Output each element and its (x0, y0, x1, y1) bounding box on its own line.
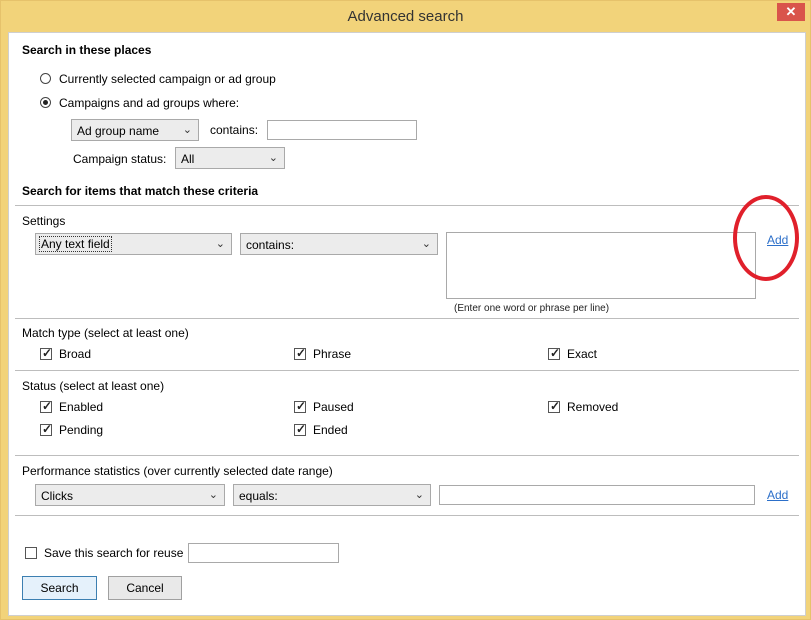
divider (15, 318, 799, 319)
status-enabled-checkbox[interactable]: ✓ (40, 399, 53, 413)
save-search-name-input[interactable] (188, 543, 339, 563)
status-paused-checkbox[interactable]: ✓ (294, 399, 307, 413)
status-paused-label: Paused (313, 400, 354, 414)
places-contains-input[interactable] (267, 120, 417, 140)
dialog-window: Advanced search ✕ Search in these places… (0, 0, 811, 620)
places-contains-label: contains: (210, 123, 259, 137)
checkmark-icon: ✓ (42, 399, 53, 413)
checkmark-icon: ✓ (550, 346, 561, 360)
chevron-down-icon: ⌄ (208, 489, 218, 501)
settings-label: Settings (22, 214, 66, 228)
status-removed-label: Removed (567, 400, 619, 414)
status-enabled-label: Enabled (59, 400, 104, 414)
status-pending-label: Pending (59, 423, 104, 437)
close-button[interactable]: ✕ (777, 3, 805, 21)
checkmark-icon: ✓ (296, 422, 307, 436)
divider (15, 370, 799, 371)
performance-metric-select[interactable]: Clicks ⌄ (35, 484, 225, 506)
criteria-header: Search for items that match these criter… (22, 184, 259, 198)
performance-operator-value: equals: (239, 489, 278, 503)
settings-field-select[interactable]: Any text field ⌄ (35, 233, 232, 255)
chevron-down-icon: ⌄ (421, 238, 431, 250)
campaign-status-value: All (181, 152, 195, 166)
annotation-circle (733, 195, 799, 281)
dialog-content: Search in these places Currently selecte… (8, 32, 806, 616)
performance-operator-select[interactable]: equals: ⌄ (233, 484, 431, 506)
checkmark-icon: ✓ (296, 346, 307, 360)
places-field-value: Ad group name (77, 124, 160, 138)
settings-hint: (Enter one word or phrase per line) (454, 303, 610, 314)
settings-operator-value: contains: (246, 238, 295, 252)
performance-add-link[interactable]: Add (767, 488, 788, 502)
radio-where-label: Campaigns and ad groups where: (59, 96, 240, 110)
match-phrase-checkbox[interactable]: ✓ (294, 346, 307, 360)
match-broad-checkbox[interactable]: ✓ (40, 346, 53, 360)
match-exact-label: Exact (567, 347, 598, 361)
title-bar[interactable]: Advanced search ✕ (1, 1, 810, 31)
search-button[interactable]: Search (22, 576, 97, 600)
status-pending-checkbox[interactable]: ✓ (40, 422, 53, 436)
performance-value-input[interactable] (439, 485, 755, 505)
chevron-down-icon: ⌄ (182, 124, 192, 136)
checkmark-icon: ✓ (42, 422, 53, 436)
radio-current-label: Currently selected campaign or ad group (59, 72, 276, 86)
divider (15, 515, 799, 516)
divider (15, 205, 799, 206)
dialog-title: Advanced search (347, 8, 464, 25)
radio-current-selection[interactable] (40, 73, 51, 84)
status-removed-checkbox[interactable]: ✓ (548, 399, 561, 413)
status-label: Status (select at least one) (22, 379, 165, 393)
save-search-label: Save this search for reuse (44, 546, 184, 560)
places-header: Search in these places (22, 43, 152, 57)
places-field-select[interactable]: Ad group name ⌄ (71, 119, 199, 141)
match-exact-checkbox[interactable]: ✓ (548, 346, 561, 360)
campaign-status-select[interactable]: All ⌄ (175, 147, 285, 169)
checkmark-icon: ✓ (42, 346, 53, 360)
cancel-button[interactable]: Cancel (108, 576, 182, 600)
checkmark-icon: ✓ (550, 399, 561, 413)
radio-campaigns-where[interactable] (40, 97, 51, 108)
performance-metric-value: Clicks (41, 489, 73, 503)
match-type-label: Match type (select at least one) (22, 326, 189, 340)
save-search-checkbox[interactable] (25, 547, 37, 559)
divider (15, 455, 799, 456)
performance-label: Performance statistics (over currently s… (22, 464, 333, 478)
campaign-status-label: Campaign status: (73, 152, 167, 166)
chevron-down-icon: ⌄ (215, 238, 225, 250)
match-broad-label: Broad (59, 347, 92, 361)
checkmark-icon: ✓ (296, 399, 307, 413)
radio-selected-dot (43, 100, 48, 105)
chevron-down-icon: ⌄ (268, 152, 278, 164)
match-phrase-label: Phrase (313, 347, 352, 361)
close-icon: ✕ (785, 4, 797, 19)
chevron-down-icon: ⌄ (414, 489, 424, 501)
settings-operator-select[interactable]: contains: ⌄ (240, 233, 438, 255)
settings-field-value: Any text field (39, 236, 112, 252)
settings-terms-textarea[interactable] (446, 232, 756, 299)
status-ended-checkbox[interactable]: ✓ (294, 422, 307, 436)
status-ended-label: Ended (313, 423, 348, 437)
